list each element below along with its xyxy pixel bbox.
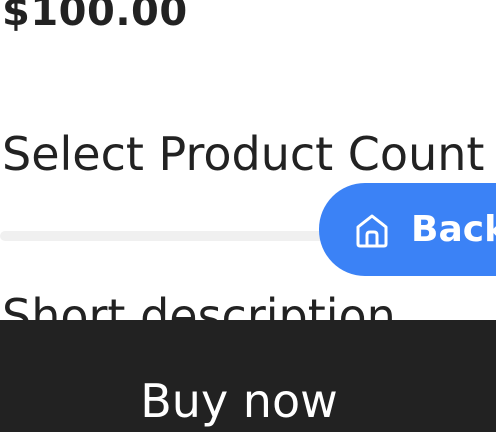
home-icon: [356, 214, 388, 247]
buy-now-button[interactable]: Buy now: [0, 320, 496, 432]
back-button[interactable]: Back: [319, 183, 496, 276]
back-button-label: Back: [411, 208, 496, 250]
buy-now-label: Buy now: [140, 373, 338, 428]
product-price: $100.00: [2, 0, 188, 35]
product-count-control[interactable]: [0, 231, 340, 241]
product-page: $100.00 Select Product Count Short descr…: [0, 0, 496, 432]
product-count-label: Select Product Count: [2, 127, 485, 181]
